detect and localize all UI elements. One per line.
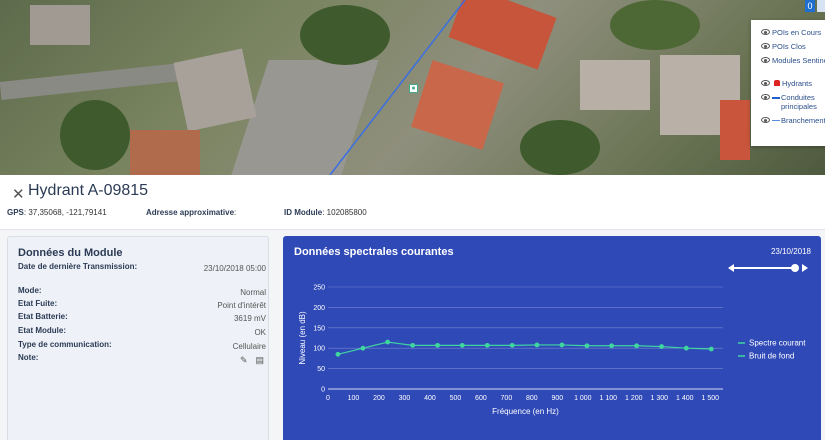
edit-icon[interactable]: ✎ xyxy=(240,355,248,366)
eye-icon[interactable] xyxy=(761,57,770,63)
close-icon[interactable]: ✕ xyxy=(12,185,25,203)
x-tick-label: 200 xyxy=(373,395,385,402)
legend-item-modules-sentinel[interactable]: Modules Sentinel xyxy=(761,56,825,65)
module-row-leak-state: Etat Fuite: Point d'intérêt xyxy=(18,299,266,310)
legend-label: Spectre courant xyxy=(749,339,806,348)
data-point xyxy=(335,351,341,357)
y-tick-label: 250 xyxy=(313,285,325,292)
y-tick-label: 200 xyxy=(313,305,325,312)
layer-toggle[interactable] xyxy=(817,0,825,12)
eye-slash-icon[interactable] xyxy=(761,29,770,35)
page-title: Hydrant A-09815 xyxy=(28,182,149,199)
x-tick-label: 1 400 xyxy=(676,395,694,402)
x-tick-label: 1 500 xyxy=(701,395,719,402)
layer-counter[interactable]: 0 xyxy=(805,0,815,12)
legend-item-branchement[interactable]: Branchement xyxy=(761,116,825,125)
eye-icon[interactable] xyxy=(761,94,770,100)
line-icon xyxy=(772,97,780,99)
module-panel: Données du Module Date de dernière Trans… xyxy=(7,236,269,440)
data-point xyxy=(385,339,391,345)
y-tick-label: 0 xyxy=(321,387,325,394)
x-tick-label: 600 xyxy=(475,395,487,402)
data-point xyxy=(634,343,640,349)
data-point xyxy=(534,342,540,348)
data-point xyxy=(584,343,590,349)
legend-item-conduites[interactable]: Conduites principales xyxy=(761,93,825,111)
module-row-state: Etat Module: OK xyxy=(18,326,266,337)
x-tick-label: 0 xyxy=(326,395,330,402)
x-tick-label: 300 xyxy=(399,395,411,402)
x-tick-label: 500 xyxy=(450,395,462,402)
data-point xyxy=(360,345,366,351)
line-icon xyxy=(772,120,780,121)
y-tick-label: 50 xyxy=(317,366,325,373)
satellite-map[interactable]: ● 0 xyxy=(0,0,825,175)
legend-item-pois-clos[interactable]: POIs Clos xyxy=(761,42,825,51)
detail-header: ✕ Hydrant A-09815 GPS: 37,35068, -121,79… xyxy=(0,175,825,230)
x-tick-label: 400 xyxy=(424,395,436,402)
hydrant-icon xyxy=(774,80,780,86)
map-legend: POIs en Cours POIs Clos Modules Sentinel… xyxy=(751,20,825,146)
eye-slash-icon[interactable] xyxy=(761,80,770,86)
module-row-note: Note: ✎ ▤ xyxy=(18,353,264,366)
x-tick-label: 700 xyxy=(501,395,513,402)
module-panel-title: Données du Module xyxy=(18,247,123,259)
x-tick-label: 900 xyxy=(552,395,564,402)
legend-item-pois-en-cours[interactable]: POIs en Cours xyxy=(761,28,825,37)
data-point xyxy=(609,343,615,349)
spectral-panel: Données spectrales courantes 23/10/2018 … xyxy=(283,236,821,440)
data-point xyxy=(435,342,440,348)
legend-label: Bruit de fond xyxy=(749,352,794,361)
eye-icon[interactable] xyxy=(761,117,770,123)
address-info: Adresse approximative: xyxy=(146,208,237,217)
x-axis-label: Fréquence (en Hz) xyxy=(492,407,559,416)
module-row-communication: Type de communication: Cellulaire xyxy=(18,340,266,351)
x-tick-label: 1 000 xyxy=(574,395,592,402)
data-point xyxy=(659,344,664,349)
module-id-info: ID Module: 102085800 xyxy=(284,208,367,217)
gps-info: GPS: 37,35068, -121,79141 xyxy=(7,208,107,217)
spectral-chart: 0 50 100 150 200 250 0 100 200 300 400 500 600 700 800… xyxy=(298,285,806,417)
y-tick-label: 100 xyxy=(313,346,325,353)
data-point xyxy=(410,342,416,348)
x-tick-label: 100 xyxy=(348,395,360,402)
y-axis-label: Niveau (en dB) xyxy=(298,311,307,365)
module-row-battery: Etat Batterie: 3619 mV xyxy=(18,312,266,323)
eye-slash-icon[interactable] xyxy=(761,43,770,49)
data-point xyxy=(484,342,490,348)
data-point xyxy=(559,342,565,348)
module-row-mode: Mode: Normal xyxy=(18,286,266,297)
legend-item-hydrants[interactable]: Hydrants xyxy=(761,79,825,88)
data-point xyxy=(459,342,465,348)
x-tick-label: 1 100 xyxy=(600,395,618,402)
module-row-last-transmission: Date de dernière Transmission: 23/10/201… xyxy=(18,262,266,273)
x-tick-label: 800 xyxy=(526,395,538,402)
y-tick-label: 150 xyxy=(313,325,325,332)
data-point xyxy=(509,342,515,348)
document-icon[interactable]: ▤ xyxy=(255,355,264,366)
data-point xyxy=(708,346,714,352)
x-tick-label: 1 200 xyxy=(625,395,643,402)
x-tick-label: 1 300 xyxy=(651,395,669,402)
data-point xyxy=(683,345,689,351)
hydrant-marker-icon[interactable]: ● xyxy=(409,84,418,93)
